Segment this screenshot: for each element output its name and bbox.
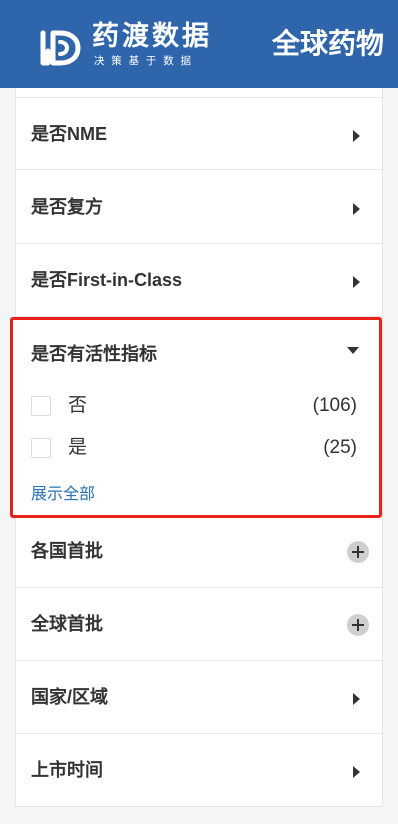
filter-nme[interactable]: 是否NME [16,97,382,170]
checkbox[interactable] [31,396,51,416]
app-header: 药渡数据 决策基于数据 全球药物 [0,0,398,88]
caret-right-icon [353,203,360,215]
filter-label: 各国首批 [31,541,103,561]
filter-global-approval[interactable]: 全球首批 [16,588,382,661]
show-all-link[interactable]: 展示全部 [31,484,95,506]
page-title: 全球药物 [272,28,385,59]
plus-icon[interactable] [347,614,369,636]
filter-label: 是否复方 [31,197,103,217]
caret-right-icon [353,130,360,142]
logo-slogan: 决策基于数据 [94,55,198,67]
option-yes[interactable]: 是 (25) [31,435,357,461]
filter-label: 是否First-in-Class [31,270,183,290]
yaodu-logo-icon[interactable] [36,25,86,71]
filter-label: 国家/区域 [31,687,109,707]
filter-launch-time[interactable]: 上市时间 [16,734,382,807]
caret-right-icon [353,766,360,778]
option-no[interactable]: 否 (106) [31,393,357,419]
filter-label[interactable]: 是否有活性指标 [31,342,157,366]
filter-first-in-class[interactable]: 是否First-in-Class [16,244,382,317]
caret-right-icon [353,693,360,705]
filter-label: 上市时间 [31,760,103,780]
filter-label: 是否NME [31,124,107,144]
caret-right-icon [353,276,360,288]
filter-country-approval[interactable]: 各国首批 [16,515,382,588]
option-label: 是 [68,437,88,458]
option-count: (25) [323,437,357,458]
caret-down-icon[interactable] [347,347,359,354]
option-count: (106) [312,395,357,416]
option-label: 否 [68,395,88,416]
filter-combo[interactable]: 是否复方 [16,171,382,244]
filter-label: 全球首批 [31,614,103,634]
checkbox[interactable] [31,438,51,458]
logo-name: 药渡数据 [92,21,212,51]
filter-region[interactable]: 国家/区域 [16,661,382,734]
filter-panel: 是否NME 是否复方 是否First-in-Class 是否有活性指标 否 (1… [10,88,383,807]
plus-icon[interactable] [347,541,369,563]
filter-activity-index: 是否有活性指标 否 (106) 是 (25) 展示全部 [10,317,382,518]
